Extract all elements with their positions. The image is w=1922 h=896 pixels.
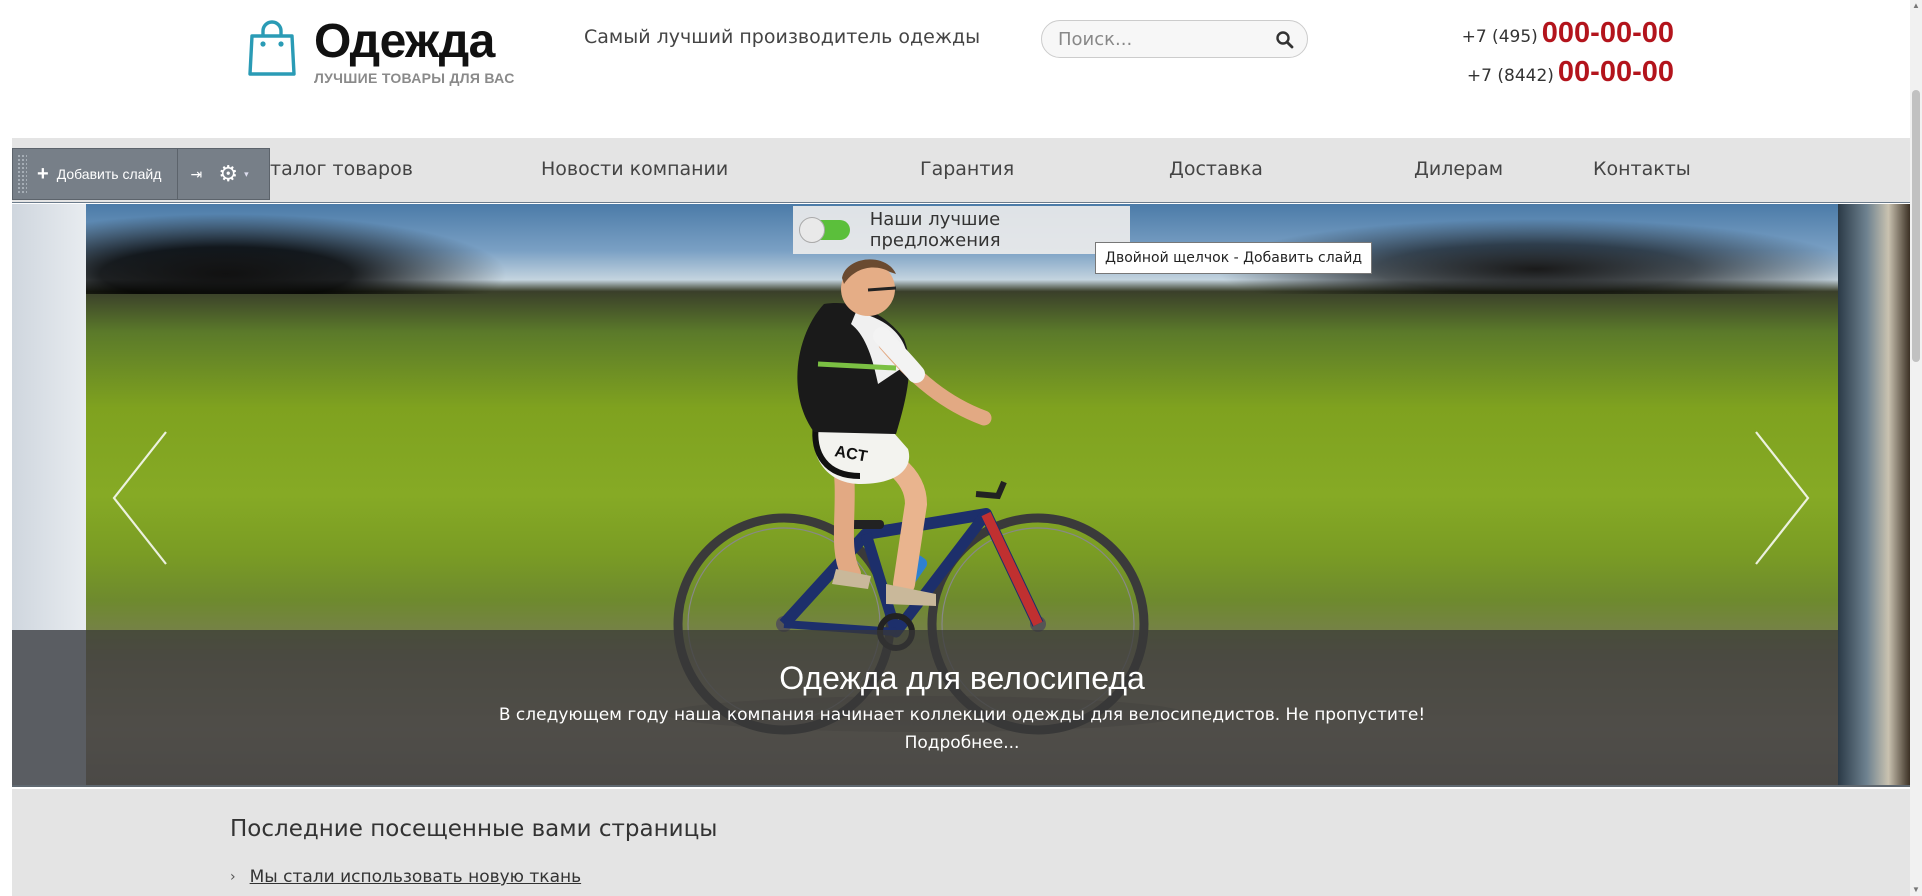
nav-item-news[interactable]: Новости компании (541, 158, 728, 180)
nav-item-delivery[interactable]: Доставка (1169, 158, 1263, 180)
nav-item-dealers[interactable]: Дилерам (1414, 158, 1503, 180)
next-slide-peek (1838, 204, 1910, 785)
phone-number: 00-00-00 (1557, 56, 1674, 88)
search-box (1041, 20, 1308, 58)
settings-menu-button[interactable]: ⚙ ▾ (214, 148, 248, 200)
slide-description: В следующем году наша компания начинает … (498, 705, 1426, 725)
hero-slider: ACT Одежда для велосипеда В следующем го… (12, 204, 1910, 787)
admin-toolbar: + Добавить слайд ⇥ ⚙ ▾ (12, 148, 270, 200)
add-slide-tooltip: Двойной щелчок - Добавить слайд (1095, 242, 1373, 274)
nav-item-catalog[interactable]: талог товаров (270, 158, 413, 180)
slider-active-toggle[interactable] (799, 217, 850, 243)
chevron-right-small-icon: › (230, 869, 236, 885)
phone-number: 000-00-00 (1541, 17, 1674, 49)
read-more-link[interactable]: Подробнее... (86, 732, 1838, 754)
site-header: Одежда ЛУЧШИЕ ТОВАРЫ ДЛЯ ВАС Самый лучши… (0, 0, 1922, 138)
slide-title: Одежда для велосипеда (779, 660, 1145, 696)
toolbar-drag-handle[interactable] (17, 154, 27, 194)
shopping-bag-icon (248, 20, 296, 76)
add-slide-button[interactable]: + Добавить слайд (27, 148, 179, 200)
recent-pages-title: Последние посещенные вами страницы (230, 816, 718, 842)
scroll-up-icon[interactable]: ▲ (1910, 0, 1922, 12)
nav-item-warranty[interactable]: Гарантия (920, 158, 1014, 180)
phone-numbers: +7 (495) 000-00-00 +7 (8442) 00-00-00 (1440, 16, 1674, 94)
gear-icon: ⚙ (218, 161, 239, 186)
main-nav: талог товаров Новости компании Гарантия … (12, 138, 1910, 203)
slider-toggle-label: Наши лучшие предложения (869, 209, 1001, 251)
list-item: › Мы стали использовать новую ткань (230, 867, 581, 887)
search-icon[interactable] (1275, 30, 1295, 50)
recent-pages-section: Последние посещенные вами страницы › Мы … (12, 789, 1910, 896)
scrollbar-thumb[interactable] (1912, 90, 1920, 362)
recent-page-link[interactable]: Мы стали использовать новую ткань (250, 867, 582, 887)
chevron-down-icon: ▾ (244, 168, 249, 179)
page-scrollbar[interactable]: ▲ ▼ (1910, 0, 1922, 896)
phone-code: +7 (495) (1461, 27, 1538, 47)
slide-caption: Одежда для велосипеда В следующем году н… (86, 630, 1838, 785)
plus-icon: + (37, 163, 49, 185)
site-tagline: Самый лучший производитель одежды (584, 26, 981, 48)
phone-code: +7 (8442) (1466, 66, 1554, 86)
phone-row: +7 (8442) 00-00-00 (1440, 55, 1674, 94)
previous-slide-peek (12, 204, 86, 785)
phone-row: +7 (495) 000-00-00 (1440, 16, 1674, 55)
logo-subtitle: ЛУЧШИЕ ТОВАРЫ ДЛЯ ВАС (314, 70, 515, 86)
chevron-right-icon[interactable] (1752, 430, 1812, 566)
search-input[interactable] (1058, 28, 1268, 50)
logo-title: Одежда (314, 15, 495, 68)
scroll-down-icon[interactable]: ▼ (1910, 884, 1922, 896)
logo[interactable]: Одежда ЛУЧШИЕ ТОВАРЫ ДЛЯ ВАС (247, 18, 515, 86)
chevron-left-icon[interactable] (110, 430, 170, 566)
add-slide-label: Добавить слайд (56, 166, 162, 182)
slider-toggle-bar: Наши лучшие предложения (793, 206, 1130, 254)
pin-icon[interactable]: ⇥ (178, 148, 214, 200)
logo-text: Одежда ЛУЧШИЕ ТОВАРЫ ДЛЯ ВАС (314, 15, 515, 87)
nav-item-contacts[interactable]: Контакты (1593, 158, 1691, 180)
